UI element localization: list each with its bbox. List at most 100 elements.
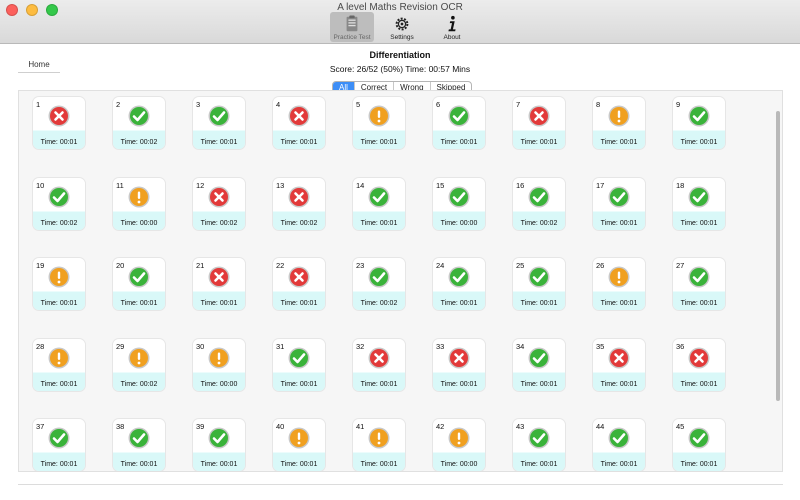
question-cell[interactable]: 39 Time: 00:01 (193, 419, 245, 471)
checkmark-icon (608, 427, 630, 449)
question-cell[interactable]: 43 Time: 00:01 (513, 419, 565, 471)
question-number: 34 (516, 341, 525, 351)
question-cell[interactable]: 44 Time: 00:01 (593, 419, 645, 471)
question-cell[interactable]: 42 Time: 00:00 (433, 419, 485, 471)
question-cell[interactable]: 19 Time: 00:01 (33, 258, 85, 310)
question-cell[interactable]: 34 Time: 00:01 (513, 338, 565, 391)
question-time: Time: 00:01 (520, 139, 558, 146)
question-cell[interactable]: 21 Time: 00:01 (193, 258, 245, 310)
question-cell[interactable]: 12 Time: 00:02 (193, 177, 245, 230)
question-time: Time: 00:01 (120, 300, 158, 307)
question-cell[interactable]: 14 Time: 00:01 (353, 177, 405, 230)
question-cell[interactable]: 10 Time: 00:02 (33, 177, 85, 230)
question-number: 23 (356, 261, 365, 270)
question-cell[interactable]: 4 Time: 00:01 (273, 97, 325, 149)
question-cell[interactable]: 18 Time: 00:01 (673, 177, 725, 230)
question-number: 25 (516, 261, 525, 270)
exclamation-icon (48, 347, 70, 368)
question-cell[interactable]: 24 Time: 00:01 (433, 258, 485, 310)
bottom-divider (18, 484, 783, 485)
vertical-scrollbar[interactable] (776, 111, 780, 401)
question-cell[interactable]: 25 Time: 00:01 (513, 258, 565, 310)
question-cell[interactable]: 5 Time: 00:01 (353, 97, 405, 149)
question-number: 19 (36, 261, 45, 270)
question-cell[interactable]: 38 Time: 00:01 (113, 419, 165, 471)
question-cell[interactable]: 17 Time: 00:01 (593, 177, 645, 230)
checkmark-icon (688, 186, 710, 207)
practice-test-icon (346, 15, 358, 32)
exclamation-icon (128, 347, 150, 368)
toolbar-practice-test-button[interactable]: Practice Test (330, 12, 374, 42)
question-time: Time: 00:01 (200, 300, 238, 307)
question-time: Time: 00:01 (680, 380, 718, 388)
question-number: 15 (436, 180, 445, 190)
question-number: 24 (436, 261, 445, 270)
question-number: 28 (36, 341, 45, 351)
question-cell[interactable]: 20 Time: 00:01 (113, 258, 165, 310)
question-cell[interactable]: 22 Time: 00:01 (273, 258, 325, 310)
question-time: Time: 00:01 (680, 461, 718, 468)
question-number: 18 (676, 180, 685, 190)
question-number: 8 (596, 100, 601, 109)
question-number: 16 (516, 180, 525, 190)
exclamation-icon (368, 427, 390, 449)
question-cell[interactable]: 6 Time: 00:01 (433, 97, 485, 149)
question-time: Time: 00:01 (200, 461, 238, 468)
exclamation-icon (288, 427, 310, 449)
checkmark-icon (448, 105, 470, 127)
question-cell[interactable]: 30 Time: 00:00 (193, 338, 245, 391)
checkmark-icon (528, 427, 550, 449)
question-cell[interactable]: 26 Time: 00:01 (593, 258, 645, 310)
question-time: Time: 00:02 (520, 219, 558, 227)
question-number: 42 (436, 422, 445, 431)
toolbar-about-label: About (443, 34, 461, 41)
question-number: 5 (356, 100, 361, 109)
question-time: Time: 00:01 (280, 139, 318, 146)
questions-grid: 1 Time: 00:01 2 Time: 00:02 3 Time: 00:01 4 Tim… (18, 90, 783, 472)
question-cell[interactable]: 8 Time: 00:01 (593, 97, 645, 149)
question-cell[interactable]: 36 Time: 00:01 (673, 338, 725, 391)
question-time: Time: 00:01 (360, 461, 398, 468)
question-time: Time: 00:01 (360, 219, 398, 227)
question-cell[interactable]: 23 Time: 00:02 (353, 258, 405, 310)
question-cell[interactable]: 45 Time: 00:01 (673, 419, 725, 471)
question-cell[interactable]: 29 Time: 00:02 (113, 338, 165, 391)
question-cell[interactable]: 13 Time: 00:02 (273, 177, 325, 230)
question-number: 1 (36, 100, 41, 109)
exclamation-icon (128, 186, 150, 207)
cross-icon (528, 105, 550, 127)
question-number: 2 (116, 100, 121, 109)
toolbar-about-button[interactable]: About (430, 12, 474, 42)
question-cell[interactable]: 31 Time: 00:01 (273, 338, 325, 391)
question-cell[interactable]: 15 Time: 00:00 (433, 177, 485, 230)
question-cell[interactable]: 7 Time: 00:01 (513, 97, 565, 149)
question-cell[interactable]: 33 Time: 00:01 (433, 338, 485, 391)
question-cell[interactable]: 16 Time: 00:02 (513, 177, 565, 230)
cross-icon (48, 105, 70, 127)
question-cell[interactable]: 2 Time: 00:02 (113, 97, 165, 149)
question-time: Time: 00:01 (600, 139, 638, 146)
question-number: 6 (436, 100, 441, 109)
toolbar-settings-button[interactable]: Settings (380, 12, 424, 42)
checkmark-icon (608, 186, 630, 207)
question-time: Time: 00:02 (280, 219, 318, 227)
question-number: 44 (596, 422, 605, 431)
question-cell[interactable]: 1 Time: 00:01 (33, 97, 85, 149)
question-cell[interactable]: 3 Time: 00:01 (193, 97, 245, 149)
info-icon (448, 15, 456, 32)
question-cell[interactable]: 41 Time: 00:01 (353, 419, 405, 471)
question-cell[interactable]: 37 Time: 00:01 (33, 419, 85, 471)
checkmark-icon (688, 427, 710, 449)
question-cell[interactable]: 27 Time: 00:01 (673, 258, 725, 310)
question-number: 26 (596, 261, 605, 270)
question-cell[interactable]: 9 Time: 00:01 (673, 97, 725, 149)
cross-icon (688, 347, 710, 368)
question-cell[interactable]: 40 Time: 00:01 (273, 419, 325, 471)
question-number: 32 (356, 341, 365, 351)
question-cell[interactable]: 35 Time: 00:01 (593, 338, 645, 391)
question-time: Time: 00:01 (280, 300, 318, 307)
question-cell[interactable]: 28 Time: 00:01 (33, 338, 85, 391)
question-number: 45 (676, 422, 685, 431)
question-cell[interactable]: 32 Time: 00:01 (353, 338, 405, 391)
question-cell[interactable]: 11 Time: 00:00 (113, 177, 165, 230)
